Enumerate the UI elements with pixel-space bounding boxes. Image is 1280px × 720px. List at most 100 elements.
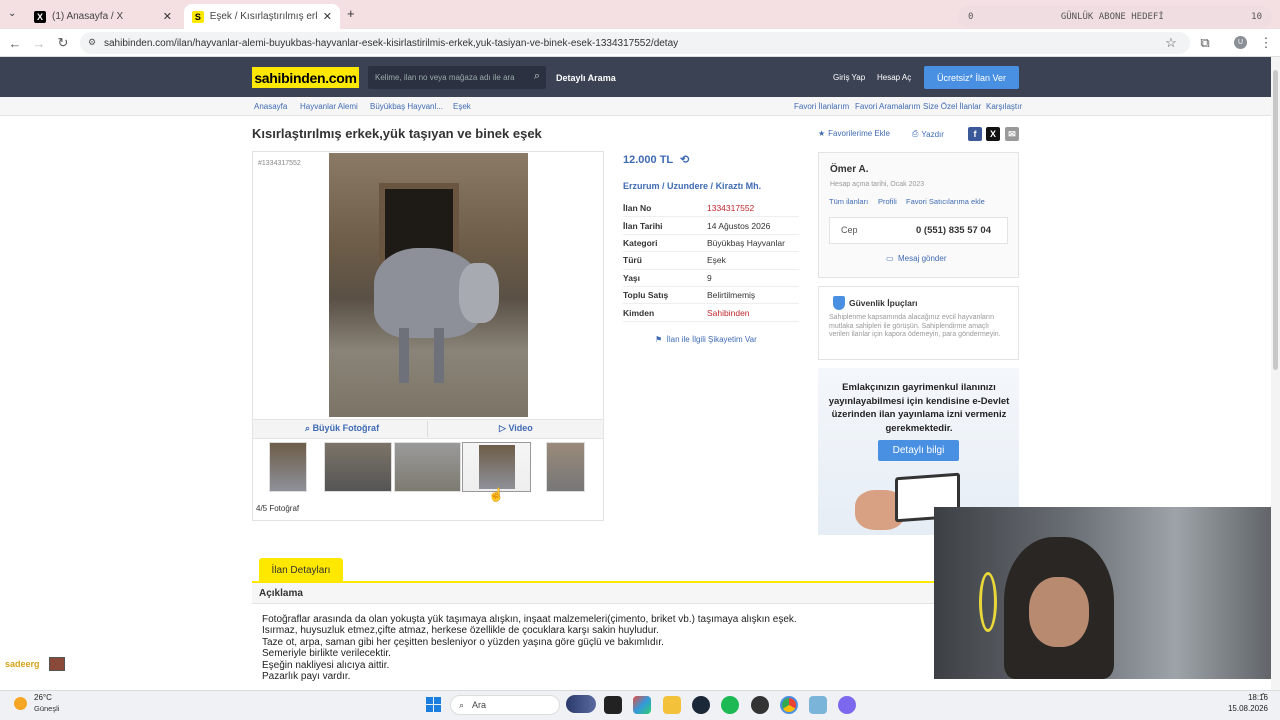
email-share-icon[interactable]: ✉ xyxy=(1005,127,1019,141)
scrollbar-thumb[interactable] xyxy=(1273,70,1278,370)
search-icon[interactable]: ⌕ xyxy=(534,70,540,83)
description-line: Taze ot, arpa, saman gibi her çeşitten b… xyxy=(262,636,664,648)
weather-desc[interactable]: Güneşli xyxy=(34,704,59,713)
weather-temp[interactable]: 26°C xyxy=(34,693,52,702)
tab-search-chevron-icon[interactable]: ⌄ xyxy=(8,8,16,19)
send-message-link[interactable]: ▭ Mesaj gönder xyxy=(886,254,947,263)
site-search-input[interactable]: Kelime, ilan no veya mağaza adı ile ara … xyxy=(368,66,546,89)
location-city[interactable]: Erzurum xyxy=(623,181,660,191)
breadcrumb-animals[interactable]: Hayvanlar Alemi xyxy=(300,102,358,111)
x-share-icon[interactable]: X xyxy=(986,127,1000,141)
detailed-search-link[interactable]: Detaylı Arama xyxy=(556,73,616,83)
add-favorite-link[interactable]: ★ Favorilerime Ekle xyxy=(818,129,890,138)
file-explorer-icon[interactable] xyxy=(663,696,681,714)
recorder-app-icon[interactable] xyxy=(751,696,769,714)
thumbnail-5[interactable] xyxy=(546,442,585,492)
tab-x-home[interactable]: X (1) Anasayfa / X ✕ xyxy=(26,4,180,29)
tab-ad-details[interactable]: İlan Detayları xyxy=(259,558,343,582)
info-value: 14 Ağustos 2026 xyxy=(707,220,771,231)
breadcrumb-bar xyxy=(0,97,1280,116)
taskbar-search[interactable]: ⌕ Ara xyxy=(450,695,560,715)
facebook-share-icon[interactable]: f xyxy=(968,127,982,141)
back-arrow-icon[interactable]: ← xyxy=(7,35,23,51)
tab-label: Eşek / Kısırlaştırılmış erkek,yük t xyxy=(209,11,317,22)
address-bar-row: ← → ↻ ⚙ sahibinden.com/ilan/hayvanlar-al… xyxy=(0,29,1280,57)
profile-avatar[interactable]: U xyxy=(1234,36,1247,49)
info-value: 1334317552 xyxy=(707,203,755,214)
all-ads-link[interactable]: Tüm ilanları xyxy=(829,197,868,206)
ad-number-tag: #1334317552 xyxy=(258,160,301,167)
widget-app-icon[interactable] xyxy=(566,695,596,713)
phone-number[interactable]: 0 (551) 835 57 04 xyxy=(916,225,991,236)
thumbnail-2[interactable] xyxy=(324,442,392,492)
info-row: Türü Eşek xyxy=(623,252,799,270)
forward-arrow-icon[interactable]: → xyxy=(31,35,47,51)
close-tab-icon[interactable]: ✕ xyxy=(163,10,172,23)
info-row: Kimden Sahibinden xyxy=(623,304,799,322)
video-tab[interactable]: ▷ Video xyxy=(499,423,533,434)
location-district[interactable]: Uzundere xyxy=(667,181,708,191)
settings-app-icon[interactable] xyxy=(809,696,827,714)
add-favorite-label: Favorilerime Ekle xyxy=(828,129,890,138)
bookmark-star-icon[interactable]: ☆ xyxy=(1163,35,1179,51)
taskbar-time[interactable]: 18:16 xyxy=(1228,693,1268,702)
large-photo-label: Büyük Fotoğraf xyxy=(312,423,380,433)
browser-menu-icon[interactable]: ⋮ xyxy=(1258,35,1274,51)
discord-icon[interactable] xyxy=(838,696,856,714)
large-photo-tab[interactable]: ⌕ Büyük Fotoğraf xyxy=(305,423,379,434)
breadcrumb-donkey[interactable]: Eşek xyxy=(453,102,471,111)
compare-link[interactable]: Karşılaştır xyxy=(986,102,1022,111)
tab-listing[interactable]: S Eşek / Kısırlaştırılmış erkek,yük t ✕ xyxy=(184,4,340,29)
description-body: Fotoğraflar arasında da olan yokuşta yük… xyxy=(262,614,922,682)
site-logo[interactable]: sahibinden.com xyxy=(252,67,359,88)
complaint-link[interactable]: ⚑ İlan ile İlgili Şikayetim Var xyxy=(655,335,757,344)
info-row: Yaşı 9 xyxy=(623,270,799,287)
windows-start-icon[interactable] xyxy=(426,697,441,712)
url-field[interactable]: ⚙ sahibinden.com/ilan/hayvanlar-alemi-bu… xyxy=(80,32,1190,54)
info-value: Büyükbaş Hayvanlar xyxy=(707,237,785,248)
location-neighborhood[interactable]: Kiraztı Mh. xyxy=(716,181,762,191)
special-ads-link[interactable]: Size Özel İlanlar xyxy=(923,102,981,111)
post-ad-button[interactable]: Ücretsiz* İlan Ver xyxy=(924,66,1019,89)
breadcrumb-home[interactable]: Anasayfa xyxy=(254,102,287,111)
favorite-seller-link[interactable]: Favori Satıcılarıma ekle xyxy=(906,197,985,206)
printer-icon: ⎙ xyxy=(912,129,919,138)
sun-weather-icon[interactable] xyxy=(14,697,27,710)
store-app-icon[interactable] xyxy=(633,696,651,714)
url-text: sahibinden.com/ilan/hayvanlar-alemi-buyu… xyxy=(104,37,679,49)
profile-link[interactable]: Profili xyxy=(878,197,897,206)
info-value: 9 xyxy=(707,272,712,283)
spotify-icon[interactable] xyxy=(721,696,739,714)
photo-donkey-head xyxy=(459,263,499,323)
taskbar-date[interactable]: 15.08.2026 xyxy=(1208,704,1268,713)
main-photo[interactable] xyxy=(329,153,528,417)
message-icon: ▭ xyxy=(886,254,894,263)
breadcrumb-livestock[interactable]: Büyükbaş Hayvanl... xyxy=(370,102,443,111)
extensions-puzzle-icon[interactable]: ⧉ xyxy=(1197,35,1213,51)
thumbnail-4-selected[interactable] xyxy=(462,442,531,492)
reload-icon[interactable]: ↻ xyxy=(55,35,71,51)
thumbnail-3[interactable] xyxy=(394,442,461,492)
price-history-icon[interactable]: ⟲ xyxy=(680,154,689,166)
photo-donkey-leg xyxy=(399,328,409,383)
banner-details-button[interactable]: Detaylı bilgi xyxy=(878,440,959,461)
subscriber-goal-label: GÜNLÜK ABONE HEDEFİ xyxy=(1060,12,1164,22)
close-tab-icon[interactable]: ✕ xyxy=(323,10,332,23)
sahibinden-favicon-icon: S xyxy=(192,10,204,23)
favorite-ads-link[interactable]: Favori İlanlarım xyxy=(794,102,849,111)
thumbnail-1[interactable] xyxy=(269,442,307,492)
star-icon: ★ xyxy=(818,129,826,138)
favorite-searches-link[interactable]: Favori Aramalarım xyxy=(855,102,920,111)
new-tab-button[interactable]: + xyxy=(347,6,355,21)
terminal-app-icon[interactable] xyxy=(604,696,622,714)
site-info-icon[interactable]: ⚙ xyxy=(88,37,96,48)
seller-name: Ömer A. xyxy=(830,164,869,175)
print-link[interactable]: ⎙ Yazdır xyxy=(912,129,944,139)
steam-icon[interactable] xyxy=(692,696,710,714)
chat-username: sadeerg xyxy=(5,659,40,669)
chrome-icon[interactable] xyxy=(780,696,798,714)
login-link[interactable]: Giriş Yap xyxy=(833,73,865,82)
register-link[interactable]: Hesap Aç xyxy=(877,73,911,82)
photo-count: 4/5 Fotoğraf xyxy=(256,504,300,513)
info-value: Belirtilmemiş xyxy=(707,290,756,301)
